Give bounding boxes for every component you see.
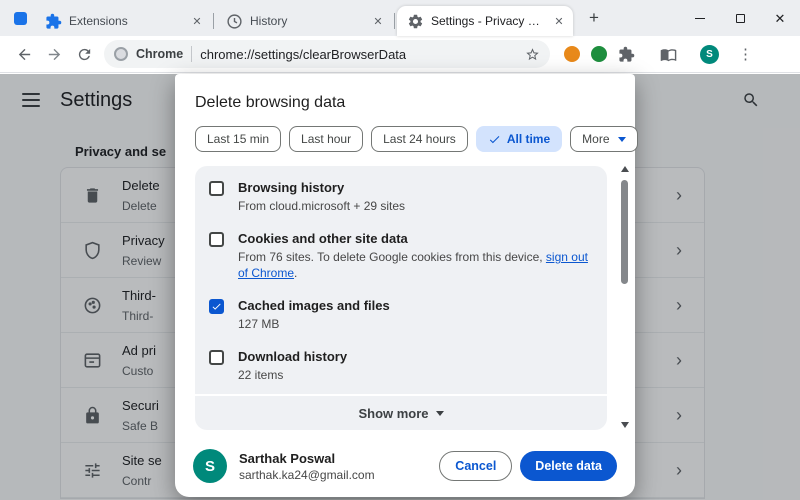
url-text[interactable]: chrome://settings/clearBrowserData xyxy=(200,47,406,62)
item-label: Download history xyxy=(238,349,348,364)
window-controls: ✕ xyxy=(680,0,800,36)
item-detail: 22 items xyxy=(238,368,284,382)
chip-label: All time xyxy=(506,132,551,146)
download-history-checkbox[interactable] xyxy=(209,350,224,365)
site-chip-label: Chrome xyxy=(136,47,184,61)
item-label: Cookies and other site data xyxy=(238,231,408,246)
settings-gear-icon xyxy=(407,13,424,30)
extensions-puzzle-icon xyxy=(45,13,62,30)
browsing-history-checkbox[interactable] xyxy=(209,181,224,196)
tab-separator xyxy=(394,13,395,29)
reading-list-book-icon[interactable] xyxy=(660,46,677,63)
address-bar[interactable]: Chrome chrome://settings/clearBrowserDat… xyxy=(104,40,550,68)
time-range-chips: Last 15 min Last hour Last 24 hours All … xyxy=(175,126,638,166)
forward-button[interactable] xyxy=(40,40,68,68)
scroll-down-arrow-icon[interactable] xyxy=(620,422,629,428)
item-label: Cached images and files xyxy=(238,298,390,313)
profile-avatar[interactable]: S xyxy=(700,44,719,64)
tab-history[interactable]: History ✕ xyxy=(216,6,392,36)
close-tab-icon[interactable]: ✕ xyxy=(551,13,567,29)
close-window-button[interactable]: ✕ xyxy=(760,0,800,36)
item-label: Browsing history xyxy=(238,180,345,195)
chip-label: Last hour xyxy=(301,132,352,146)
chevron-down-icon xyxy=(617,136,626,142)
list-item-cookies[interactable]: Cookies and other site data From 76 site… xyxy=(195,222,607,289)
delete-browsing-data-dialog: Delete browsing data Last 15 min Last ho… xyxy=(175,74,638,497)
extension-icon-orange[interactable] xyxy=(564,46,580,62)
toolbar-actions: S ⋮ xyxy=(564,44,753,64)
chip-last-24-hours[interactable]: Last 24 hours xyxy=(371,126,468,152)
close-tab-icon[interactable]: ✕ xyxy=(370,13,386,29)
tab-extensions[interactable]: Extensions ✕ xyxy=(35,6,211,36)
list-item-browsing-history[interactable]: Browsing history From cloud.microsoft + … xyxy=(195,171,607,222)
cookies-checkbox[interactable] xyxy=(209,232,224,247)
refresh-icon xyxy=(78,48,90,60)
tab-label: History xyxy=(250,14,288,28)
dialog-title: Delete browsing data xyxy=(195,94,346,111)
detail-text: . xyxy=(294,266,298,280)
check-icon xyxy=(212,303,221,310)
cancel-button[interactable]: Cancel xyxy=(439,451,513,481)
chevron-down-icon xyxy=(435,410,444,416)
tab-strip: Extensions ✕ History ✕ Settings - Privac… xyxy=(0,0,800,36)
omnibox-divider xyxy=(191,46,193,62)
account-name: Sarthak Poswal xyxy=(239,450,336,466)
chip-label: Last 15 min xyxy=(207,132,270,146)
extension-icon-green[interactable] xyxy=(591,46,607,62)
tab-separator xyxy=(213,13,214,29)
minimize-button[interactable] xyxy=(680,0,720,36)
tab-label: Settings - Privacy and se xyxy=(431,14,544,28)
close-tab-icon[interactable]: ✕ xyxy=(189,13,205,29)
back-button[interactable] xyxy=(10,40,38,68)
refresh-button[interactable] xyxy=(70,40,98,68)
item-detail: From cloud.microsoft + 29 sites xyxy=(238,199,406,213)
bookmark-star-icon[interactable] xyxy=(525,47,540,62)
dialog-footer: S Sarthak Poswal sarthak.ka24@gmail.com … xyxy=(175,435,635,497)
item-detail: 127 MB xyxy=(238,317,280,331)
account-email: sarthak.ka24@gmail.com xyxy=(239,467,375,482)
chip-all-time-selected[interactable]: All time xyxy=(475,126,563,152)
forward-arrow-icon xyxy=(48,48,60,60)
back-arrow-icon xyxy=(18,48,30,60)
cached-images-checkbox-checked[interactable] xyxy=(209,299,224,314)
scroll-up-arrow-icon[interactable] xyxy=(620,166,629,172)
window-icon xyxy=(14,12,27,25)
extensions-menu-puzzle-icon[interactable] xyxy=(618,46,635,63)
show-more-button[interactable]: Show more xyxy=(195,396,607,430)
chip-label: Last 24 hours xyxy=(383,132,456,146)
chip-more-dropdown[interactable]: More xyxy=(570,126,638,152)
browser-toolbar: Chrome chrome://settings/clearBrowserDat… xyxy=(0,36,800,73)
list-item-cached-images[interactable]: Cached images and files 127 MB xyxy=(195,289,607,340)
chip-last-hour[interactable]: Last hour xyxy=(289,126,364,152)
dialog-scrollbar[interactable] xyxy=(619,166,630,428)
new-tab-button[interactable]: + xyxy=(581,5,607,31)
maximize-button[interactable] xyxy=(720,0,760,36)
chip-label: More xyxy=(582,132,610,146)
list-item-download-history[interactable]: Download history 22 items xyxy=(195,340,607,391)
tab-settings-active[interactable]: Settings - Privacy and se ✕ xyxy=(397,6,573,36)
scrollbar-thumb[interactable] xyxy=(621,180,628,284)
data-types-list: Browsing history From cloud.microsoft + … xyxy=(195,166,607,394)
settings-page: Settings Privacy and se Delete Delete › P… xyxy=(0,74,800,500)
tab-label: Extensions xyxy=(69,14,128,28)
chrome-logo-icon xyxy=(114,47,128,61)
detail-text: From 76 sites. To delete Google cookies … xyxy=(238,250,546,264)
chip-last-15-min[interactable]: Last 15 min xyxy=(195,126,282,152)
account-avatar: S xyxy=(193,449,227,483)
item-detail: From 76 sites. To delete Google cookies … xyxy=(238,249,590,281)
more-menu-icon[interactable]: ⋮ xyxy=(738,45,753,63)
history-clock-icon xyxy=(226,13,243,30)
check-icon xyxy=(489,135,500,143)
delete-data-button[interactable]: Delete data xyxy=(520,451,617,481)
show-more-label: Show more xyxy=(358,405,429,421)
